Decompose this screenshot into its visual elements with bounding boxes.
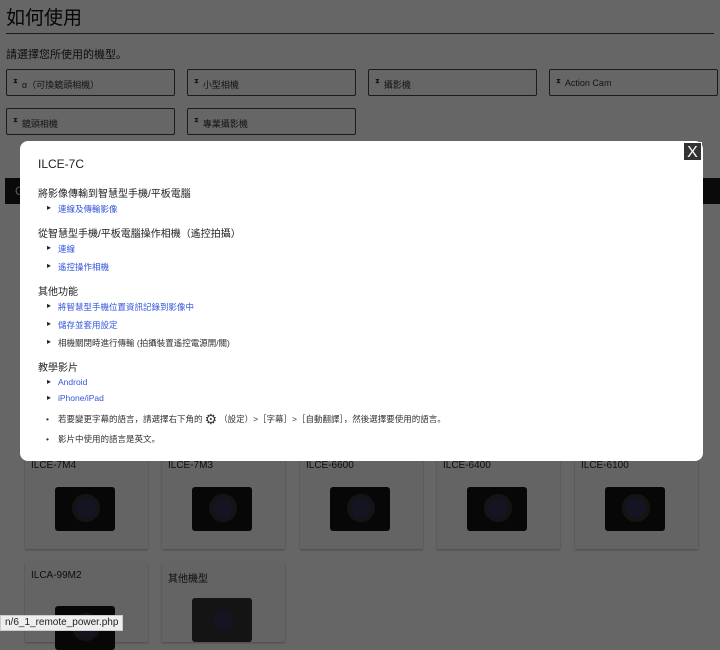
link-save-settings[interactable]: 儲存並套用設定 [58,320,118,330]
category-compact[interactable]: ⧗ 小型相機 [187,69,356,96]
link-android[interactable]: Android [58,377,87,387]
link-iphone-ipad[interactable]: iPhone/iPad [58,393,104,403]
model-dialog: X ILCE-7C 將影像傳輸到智慧型手機/平板電腦 連線及傳輸影像 從智慧型手… [20,141,703,461]
section-heading: 從智慧型手機/平板電腦操作相機（遙控拍攝） [38,229,241,240]
link-connect[interactable]: 連線 [58,244,75,254]
category-lens-camera[interactable]: ⧗ 鏡頭相機 [6,108,175,135]
camera-name: 其他機型 [168,574,208,585]
pin-icon: ⧗ [13,117,18,124]
camera-image [467,487,527,531]
camera-card[interactable]: 其他機型 [162,562,285,642]
section-transfer: 將影像傳輸到智慧型手機/平板電腦 連線及傳輸影像 [38,185,685,215]
section-videos: 教學影片 Android iPhone/iPad [38,359,685,403]
link-remote-control[interactable]: 遙控操作相機 [58,262,109,272]
page-title: 如何使用 [6,8,83,29]
note-text: 若要變更字幕的語言，請選擇右下角的 [58,414,203,424]
camera-image [192,487,252,531]
category-label: 鏡頭相機 [21,119,58,129]
pin-icon: ⧗ [194,78,199,85]
category-label: Action Cam [564,78,612,88]
camera-card[interactable]: ILCE-7M3 [162,457,285,549]
camera-name: ILCE-6600 [306,460,354,471]
camera-card[interactable]: ILCE-7M4 [25,457,148,549]
section-other: 其他功能 將智慧型手機位置資訊記錄到影像中 儲存並套用設定 相機關閉時進行傳輸 … [38,283,685,349]
note-text: （設定）>［字幕］>［自動翻譯］，然後選擇要使用的語言。 [219,414,446,424]
category-label: 攝影機 [383,80,411,90]
status-bar-url: n/6_1_remote_power.php [0,615,124,631]
section-heading: 其他功能 [38,287,78,298]
remote-power-item[interactable]: 相機關閉時進行傳輸 (拍攝裝置遙控電源開/關) [38,337,685,349]
camera-name: ILCE-7M3 [168,460,214,471]
link-connect-transfer[interactable]: 連線及傳輸影像 [58,204,118,214]
category-camcorder[interactable]: ⧗ 攝影機 [368,69,537,96]
close-button[interactable]: X [683,142,702,161]
pin-icon: ⧗ [375,78,380,85]
camera-image [55,487,115,531]
camera-image [605,487,665,531]
camera-name: ILCA-99M2 [31,570,82,581]
link-location-info[interactable]: 將智慧型手機位置資訊記錄到影像中 [58,302,194,312]
camera-name: ILCE-6100 [581,460,629,471]
category-label: 小型相機 [202,80,239,90]
subtitle-note: 若要變更字幕的語言，請選擇右下角的⚙（設定）>［字幕］>［自動翻譯］，然後選擇要… [38,411,685,427]
pin-icon: ⧗ [194,117,199,124]
camera-card[interactable]: ILCE-6600 [300,457,423,549]
section-remote: 從智慧型手機/平板電腦操作相機（遙控拍攝） 連線 遙控操作相機 [38,225,685,273]
camera-image [330,487,390,531]
section-heading: 將影像傳輸到智慧型手機/平板電腦 [38,189,191,200]
pin-icon: ⧗ [556,78,561,85]
category-label: α（可換鏡頭相機） [21,80,100,90]
camera-name: ILCE-6400 [443,460,491,471]
gear-icon: ⚙ [204,411,218,427]
category-label: 專業攝影機 [202,119,248,129]
category-professional[interactable]: ⧗ 專業攝影機 [187,108,356,135]
category-interchangeable-lens[interactable]: ⧗ α（可換鏡頭相機） [6,69,175,96]
camera-card[interactable]: ILCE-6400 [437,457,560,549]
camera-card[interactable]: ILCE-6100 [575,457,698,549]
select-prompt: 請選擇您所使用的機型。 [6,49,127,61]
language-note: 影片中使用的語言是英文。 [38,433,685,445]
dialog-title: ILCE-7C [38,157,85,171]
camera-name: ILCE-7M4 [31,460,77,471]
divider [6,33,714,34]
camera-image [192,598,252,642]
pin-icon: ⧗ [13,78,18,85]
section-heading: 教學影片 [38,363,78,374]
category-action-cam[interactable]: ⧗ Action Cam [549,69,718,96]
